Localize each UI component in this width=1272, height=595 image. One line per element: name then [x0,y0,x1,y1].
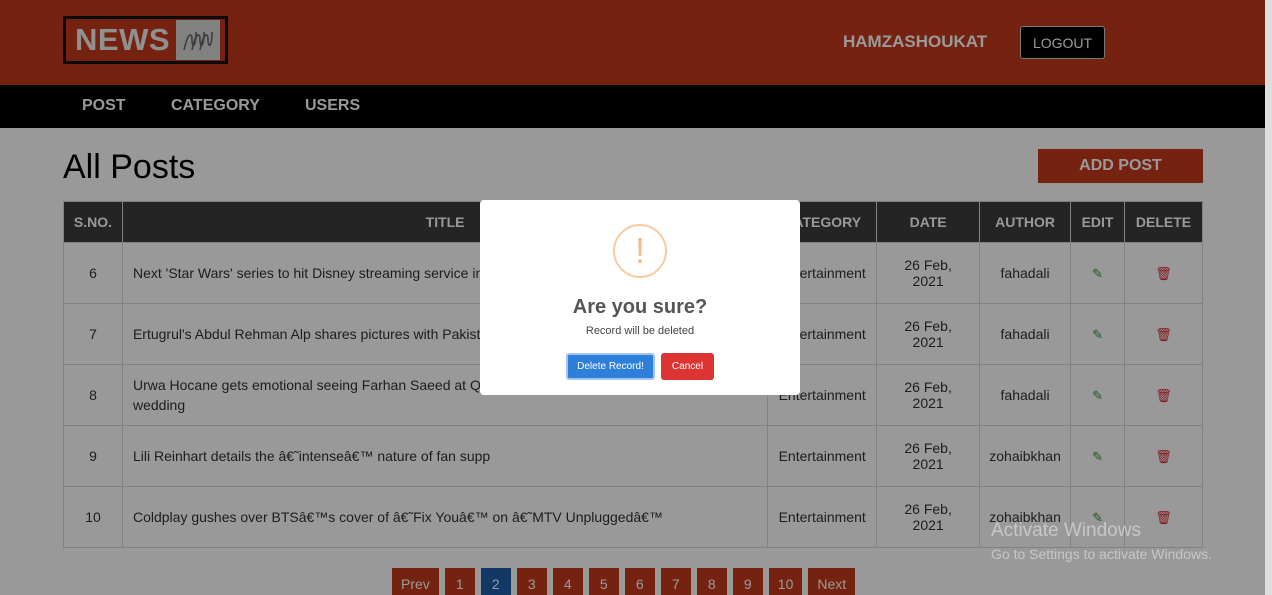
warning-icon: ! [613,224,667,278]
watermark-subtitle: Go to Settings to activate Windows. [991,546,1212,562]
dialog-message: Record will be deleted [585,325,695,337]
activation-watermark: Activate Windows Go to Settings to activ… [991,520,1212,562]
watermark-title: Activate Windows [991,520,1141,541]
dialog-title: Are you sure? [572,296,708,318]
confirm-dialog: ! Are you sure? Record will be deleted D… [480,200,800,395]
delete-record-button[interactable]: Delete Record! [566,353,655,380]
cancel-button[interactable]: Cancel [661,353,714,380]
vertical-scrollbar[interactable] [1265,0,1272,595]
